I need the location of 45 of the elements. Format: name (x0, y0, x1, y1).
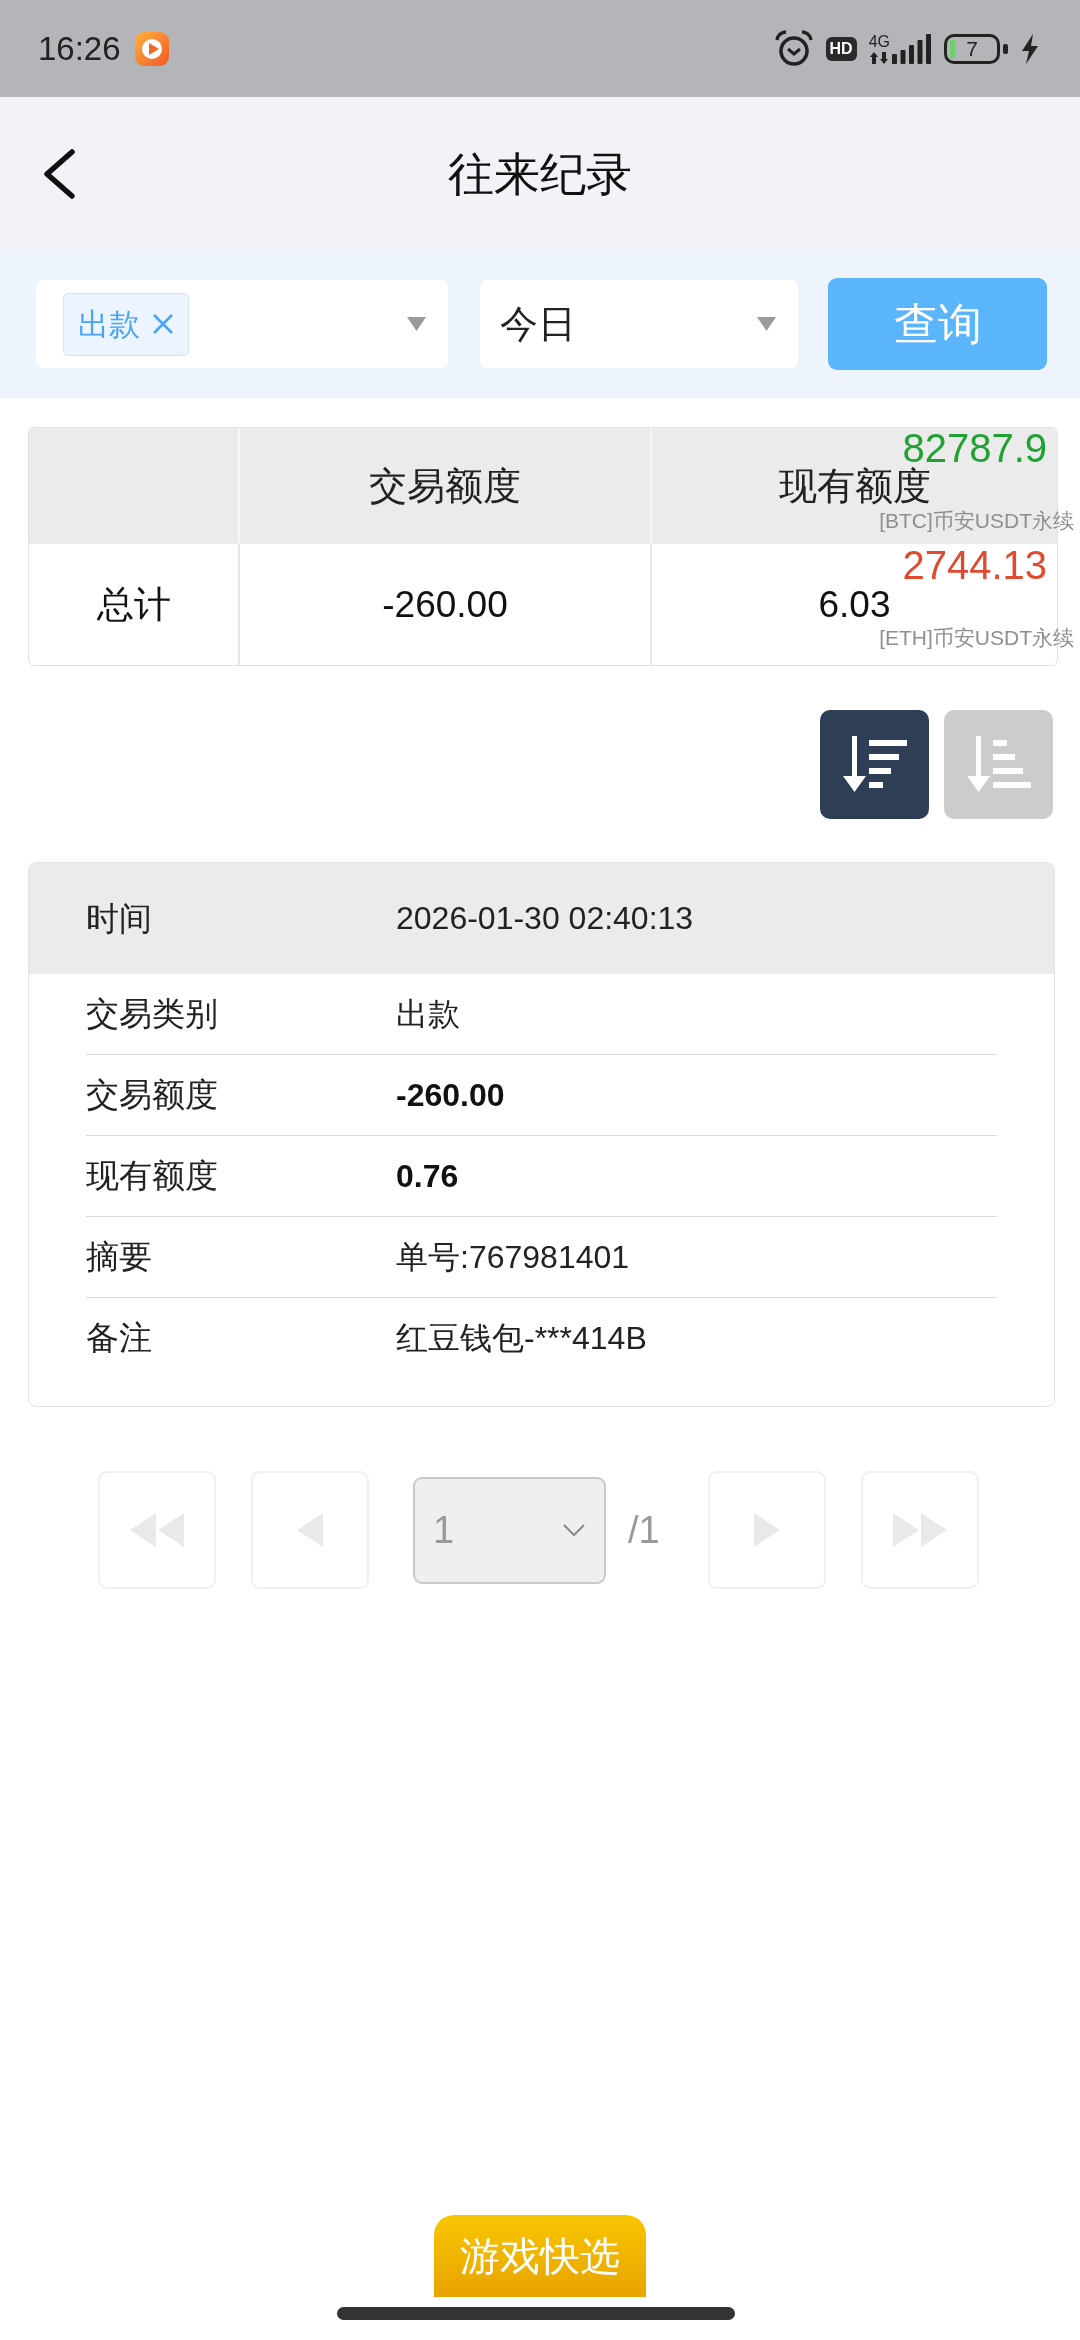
charging-bolt-icon (1020, 33, 1040, 64)
ticker-label: [ETH]币安USDT永续 (879, 626, 1074, 650)
page-total: /1 (628, 1508, 660, 1552)
play-app-icon (134, 31, 169, 66)
page-select[interactable]: 1 (413, 1476, 606, 1584)
field-value: 0.76 (396, 1156, 459, 1196)
field-label: 交易类别 (86, 994, 219, 1034)
query-button[interactable]: 查询 (828, 278, 1047, 370)
table-cell: 6.03 (818, 586, 891, 623)
field-value: 2026-01-30 02:40:13 (396, 899, 694, 938)
field-label: 交易额度 (86, 1075, 219, 1115)
field-label: 时间 (86, 898, 153, 939)
alarm-clock-icon (773, 28, 814, 69)
field-value: 单号:767981401 (396, 1237, 630, 1277)
sort-ascending-icon (966, 735, 1031, 794)
caret-down-icon (407, 317, 426, 331)
sort-descending-icon (842, 735, 907, 794)
tag-label: 出款 (78, 308, 140, 340)
column-header: 现有额度 (778, 466, 931, 505)
field-label: 备注 (86, 1318, 153, 1358)
floating-button[interactable]: 游戏快选 (434, 2215, 646, 2297)
chevron-down-icon (562, 1523, 586, 1537)
field-value: 出款 (396, 994, 460, 1034)
row-label: 总计 (96, 586, 171, 623)
field-value: 红豆钱包-***414B (396, 1318, 647, 1358)
price-value: 2744.13 (902, 545, 1047, 585)
signal-icon (892, 33, 932, 64)
field-label: 现有额度 (86, 1156, 219, 1196)
price-value: 82787.9 (902, 428, 1047, 468)
network-type-label: 4G (868, 33, 890, 50)
column-header: 交易额度 (369, 466, 521, 505)
table-cell: -260.00 (382, 586, 508, 623)
hd-indicator: HD (825, 36, 857, 61)
field-value: -260.00 (396, 1075, 505, 1115)
sort-button[interactable] (820, 710, 929, 819)
battery-indicator: 7 (944, 33, 1008, 64)
ticker-label: [BTC]币安USDT永续 (879, 509, 1074, 533)
caret-down-icon (757, 317, 776, 331)
date-select[interactable]: 今日 (480, 280, 798, 368)
field-label: 摘要 (86, 1237, 153, 1277)
page-title: 往来纪录 (448, 150, 632, 197)
status-time: 16:26 (38, 32, 121, 65)
close-icon[interactable] (152, 313, 174, 335)
data-arrows-icon (870, 51, 889, 64)
type-select[interactable]: 出款 (36, 280, 448, 368)
